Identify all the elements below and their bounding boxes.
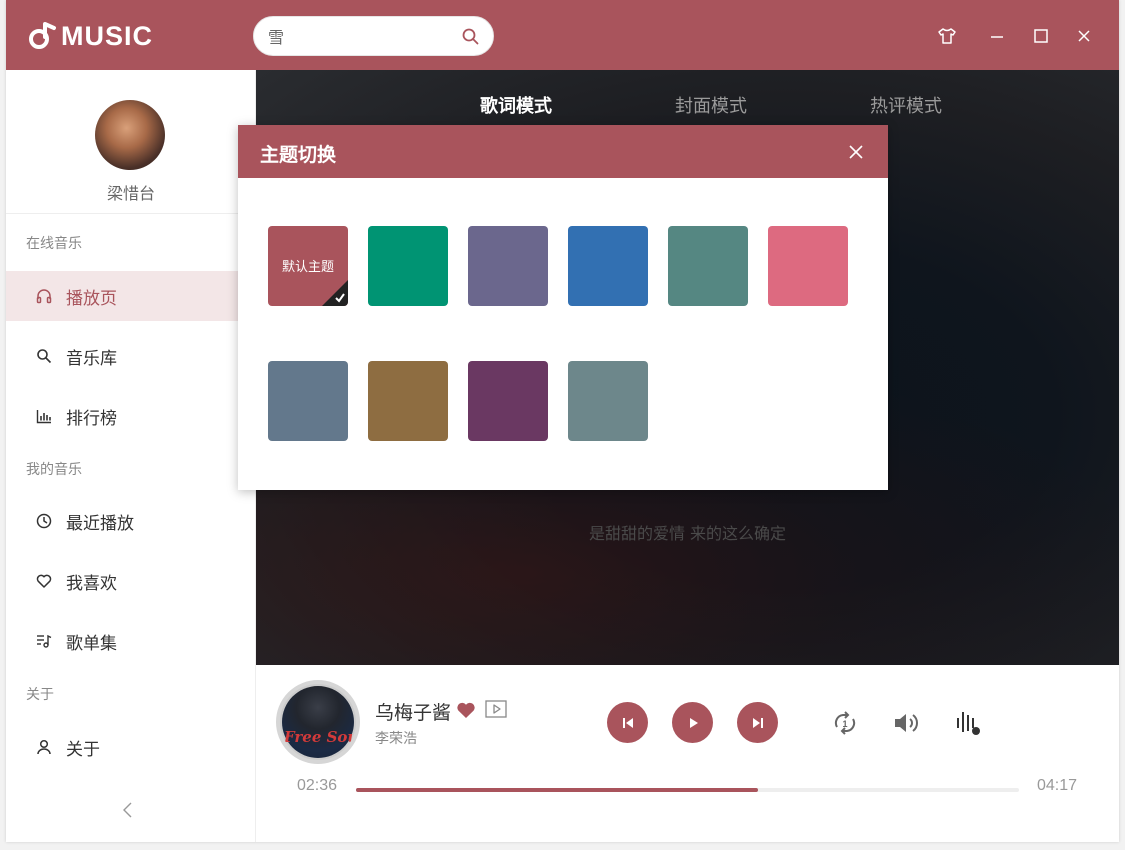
- sidebar-group-about: 关于: [26, 687, 54, 703]
- sidebar-item-charts[interactable]: 排行榜: [6, 391, 256, 441]
- app-logo: MUSIC: [28, 20, 153, 52]
- theme-swatch[interactable]: [568, 226, 648, 306]
- music-app-window: MUSIC 雪 梁惜台 在线音乐 播放页 音乐库 排行榜 我的音乐 最近播放 我…: [6, 0, 1119, 842]
- sidebar-item-recent[interactable]: 最近播放: [6, 496, 256, 546]
- theme-swatch[interactable]: [368, 226, 448, 306]
- close-icon[interactable]: [846, 142, 866, 162]
- clock-icon: [36, 513, 52, 529]
- mv-play-icon[interactable]: [485, 700, 507, 718]
- player-bar: Free Soul 乌梅子酱 李荣浩 1 02:36 04:17: [256, 665, 1119, 842]
- sidebar-item-label: 关于: [66, 739, 100, 760]
- current-time: 02:36: [297, 777, 338, 794]
- sidebar-item-label: 排行榜: [66, 408, 117, 429]
- lyric-line: 是甜甜的爱情 来的这么确定: [588, 524, 787, 543]
- repeat-one-icon: 1: [834, 711, 856, 735]
- sidebar-item-favorites[interactable]: 我喜欢: [6, 556, 256, 606]
- sidebar-item-music-library[interactable]: 音乐库: [6, 331, 256, 381]
- user-name: 梁惜台: [106, 184, 155, 203]
- sidebar-item-label: 播放页: [66, 288, 117, 309]
- theme-swatch[interactable]: [468, 361, 548, 441]
- song-title: 乌梅子酱: [375, 702, 452, 724]
- loop-mode-button[interactable]: 1: [831, 709, 859, 737]
- user-icon: [37, 739, 51, 755]
- sidebar-item-label: 最近播放: [66, 513, 134, 534]
- sound-effect-button[interactable]: [954, 709, 982, 737]
- progress-bar[interactable]: [356, 788, 1019, 792]
- theme-dialog-header: 主题切换: [238, 125, 888, 178]
- app-logo-text: MUSIC: [61, 20, 153, 51]
- sidebar-group-mine: 我的音乐: [26, 462, 82, 478]
- tab-cover-mode[interactable]: 封面模式: [675, 92, 747, 118]
- svg-text:1: 1: [843, 719, 848, 729]
- album-cover-text: Free Soul: [284, 728, 360, 746]
- theme-swatch[interactable]: [668, 226, 748, 306]
- theme-swatch[interactable]: [768, 226, 848, 306]
- theme-shirt-button[interactable]: [937, 26, 957, 46]
- volume-icon: [895, 714, 918, 732]
- play-button[interactable]: [672, 702, 713, 743]
- divider: [6, 213, 256, 214]
- search-icon[interactable]: [462, 28, 479, 45]
- theme-dialog: 主题切换 默认主题: [238, 125, 888, 490]
- search-icon: [37, 349, 52, 364]
- theme-dialog-title: 主题切换: [260, 144, 337, 166]
- avatar[interactable]: [95, 100, 165, 170]
- shirt-icon: [938, 28, 956, 44]
- album-cover[interactable]: Free Soul: [276, 680, 360, 764]
- album-cover-art: [282, 686, 354, 758]
- theme-swatch[interactable]: 默认主题: [268, 226, 348, 306]
- music-note-icon: [29, 22, 56, 49]
- minimize-button[interactable]: [987, 26, 1007, 46]
- progress-fill: [356, 788, 759, 792]
- minimize-icon: [991, 36, 1003, 38]
- chevron-left-icon[interactable]: [118, 800, 138, 820]
- play-icon: [689, 717, 698, 728]
- song-artist: 李荣浩: [375, 731, 417, 747]
- title-bar: MUSIC: [6, 0, 1119, 70]
- sidebar-item-about[interactable]: 关于: [6, 722, 256, 772]
- sidebar-item-playlists[interactable]: 歌单集: [6, 616, 256, 666]
- theme-swatch[interactable]: [568, 361, 648, 441]
- search-box[interactable]: [253, 16, 494, 56]
- bar-chart-icon: [36, 410, 51, 424]
- heart-icon: [36, 574, 52, 588]
- search-input[interactable]: [268, 25, 458, 47]
- theme-swatch[interactable]: [368, 361, 448, 441]
- sidebar-item-play-page[interactable]: 播放页: [6, 271, 256, 321]
- sidebar: 梁惜台 在线音乐 播放页 音乐库 排行榜 我的音乐 最近播放 我喜欢 歌单集 关…: [6, 70, 256, 842]
- sidebar-item-label: 我喜欢: [66, 573, 117, 594]
- skip-previous-icon: [622, 717, 633, 728]
- sidebar-item-label: 歌单集: [66, 633, 117, 654]
- total-time: 04:17: [1037, 777, 1078, 794]
- skip-next-icon: [752, 717, 763, 728]
- equalizer-icon: [957, 712, 980, 735]
- close-window-button[interactable]: [1074, 26, 1094, 46]
- maximize-icon: [1034, 29, 1048, 43]
- theme-swatch-label: 默认主题: [281, 260, 334, 275]
- close-icon: [1078, 30, 1090, 42]
- heart-filled-icon[interactable]: [456, 701, 476, 719]
- volume-button[interactable]: [893, 709, 921, 737]
- theme-swatch[interactable]: [468, 226, 548, 306]
- headphones-icon: [36, 289, 52, 304]
- checkmark-icon: [322, 280, 348, 306]
- previous-button[interactable]: [607, 702, 648, 743]
- playlist-icon: [37, 634, 52, 648]
- next-button[interactable]: [737, 702, 778, 743]
- theme-swatch[interactable]: [268, 361, 348, 441]
- tab-comments-mode[interactable]: 热评模式: [870, 92, 942, 118]
- sidebar-group-online: 在线音乐: [26, 236, 82, 252]
- sidebar-item-label: 音乐库: [66, 348, 117, 369]
- tab-lyrics-mode[interactable]: 歌词模式: [480, 92, 552, 118]
- maximize-button[interactable]: [1031, 26, 1051, 46]
